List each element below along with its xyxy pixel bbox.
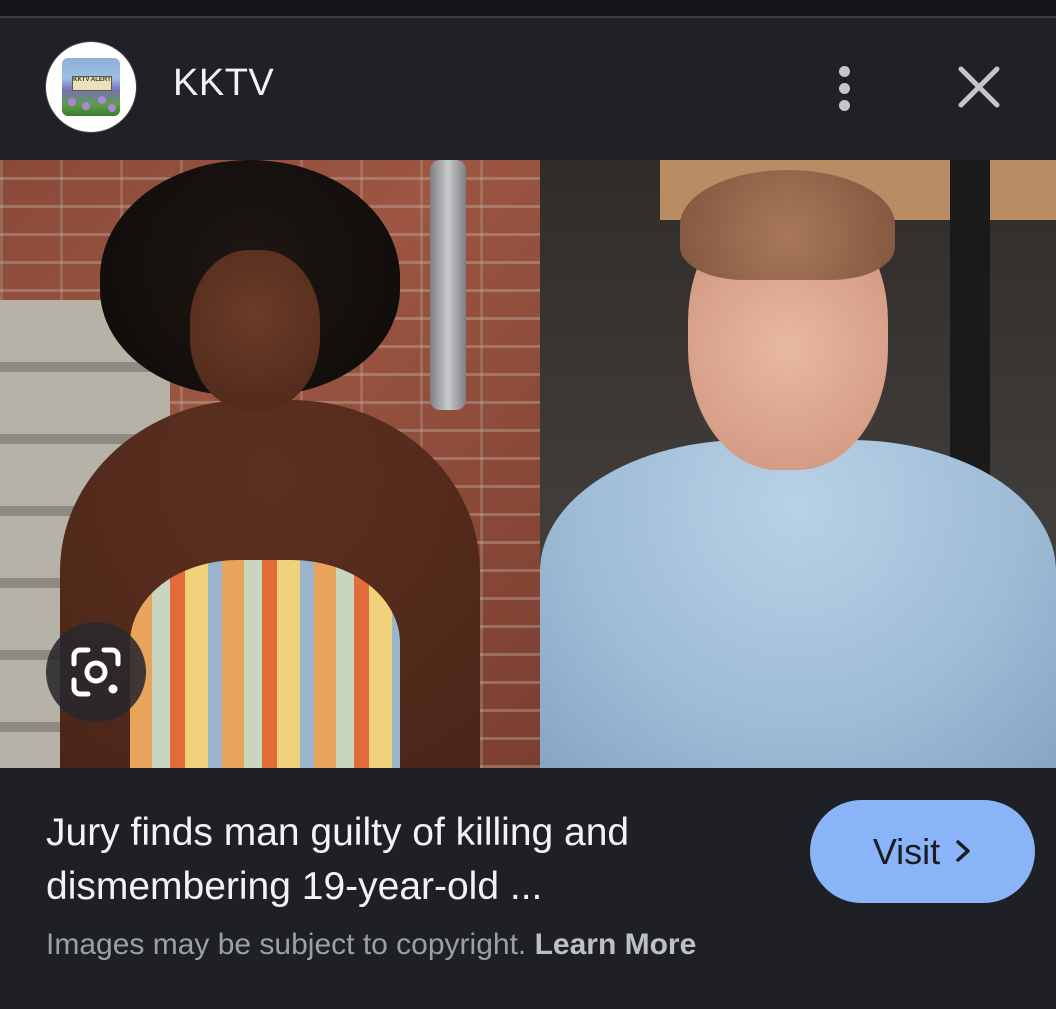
more-vert-icon[interactable]	[820, 58, 868, 118]
result-image[interactable]	[0, 160, 1056, 768]
source-logo-image: KKTV ALERT	[62, 58, 120, 116]
learn-more-link[interactable]: Learn More	[535, 928, 697, 961]
source-avatar[interactable]: KKTV ALERT	[46, 42, 136, 132]
photo-man	[540, 160, 1056, 768]
copyright-notice: Images may be subject to copyright. Lear…	[46, 928, 696, 962]
logo-sign-text: KKTV ALERT	[72, 76, 112, 91]
visit-button-label: Visit	[872, 830, 941, 872]
source-header: KKTV ALERT KKTV	[0, 18, 1056, 160]
close-icon[interactable]	[950, 58, 1008, 116]
visit-button[interactable]: Visit	[810, 800, 1035, 903]
google-lens-icon[interactable]	[46, 622, 146, 722]
copyright-text: Images may be subject to copyright.	[46, 928, 527, 961]
result-title[interactable]: Jury finds man guilty of killing and dis…	[46, 806, 786, 914]
status-bar-edge	[0, 0, 1056, 18]
chevron-right-icon	[954, 831, 972, 873]
source-name: KKTV	[173, 62, 275, 104]
